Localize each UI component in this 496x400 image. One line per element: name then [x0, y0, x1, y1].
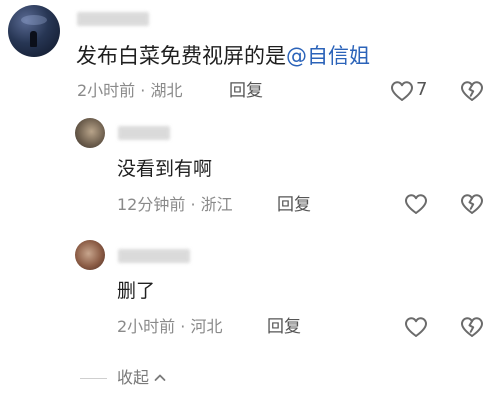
heart-outline-icon[interactable]	[403, 192, 429, 216]
reply-2-reply-button[interactable]: 回复	[267, 316, 301, 338]
reply-1-reply-button[interactable]: 回复	[277, 194, 311, 216]
mention-link[interactable]: @自信姐	[286, 44, 370, 68]
broken-heart-outline-icon[interactable]	[459, 315, 485, 339]
reply-1-avatar[interactable]	[75, 118, 105, 148]
main-comment-body: 发布白菜免费视屏的是	[76, 44, 286, 68]
avatar-glow	[21, 15, 47, 25]
main-comment-reply-button[interactable]: 回复	[229, 80, 263, 102]
collapse-label[interactable]: 收起	[117, 367, 149, 389]
main-comment-username-redacted[interactable]	[77, 12, 149, 26]
main-comment-like-count: 7	[416, 79, 428, 100]
collapse-divider	[80, 377, 107, 379]
reply-2-text: 删了	[117, 280, 156, 302]
collapse-replies-control[interactable]: 收起	[80, 366, 167, 390]
main-comment-text: 发布白菜免费视屏的是@自信姐	[76, 42, 370, 70]
broken-heart-outline-icon[interactable]	[459, 192, 485, 216]
main-comment-meta: 2小时前 · 湖北	[77, 81, 183, 100]
reply-1-text: 没看到有啊	[117, 158, 213, 180]
reply-2-username-redacted[interactable]	[118, 249, 190, 263]
avatar-figure	[30, 31, 37, 47]
chevron-up-icon[interactable]	[153, 371, 167, 385]
main-comment-avatar[interactable]	[8, 5, 60, 57]
heart-outline-icon[interactable]	[403, 315, 429, 339]
reply-2-meta: 2小时前 · 河北	[117, 317, 223, 336]
reply-2-avatar[interactable]	[75, 240, 105, 270]
comment-thread: 发布白菜免费视屏的是@自信姐 2小时前 · 湖北 回复 7 没看到有啊 12分钟…	[0, 0, 496, 400]
reply-1-username-redacted[interactable]	[118, 126, 170, 140]
reply-1-meta: 12分钟前 · 浙江	[117, 195, 233, 214]
heart-outline-icon[interactable]	[389, 79, 415, 103]
broken-heart-outline-icon[interactable]	[459, 79, 485, 103]
